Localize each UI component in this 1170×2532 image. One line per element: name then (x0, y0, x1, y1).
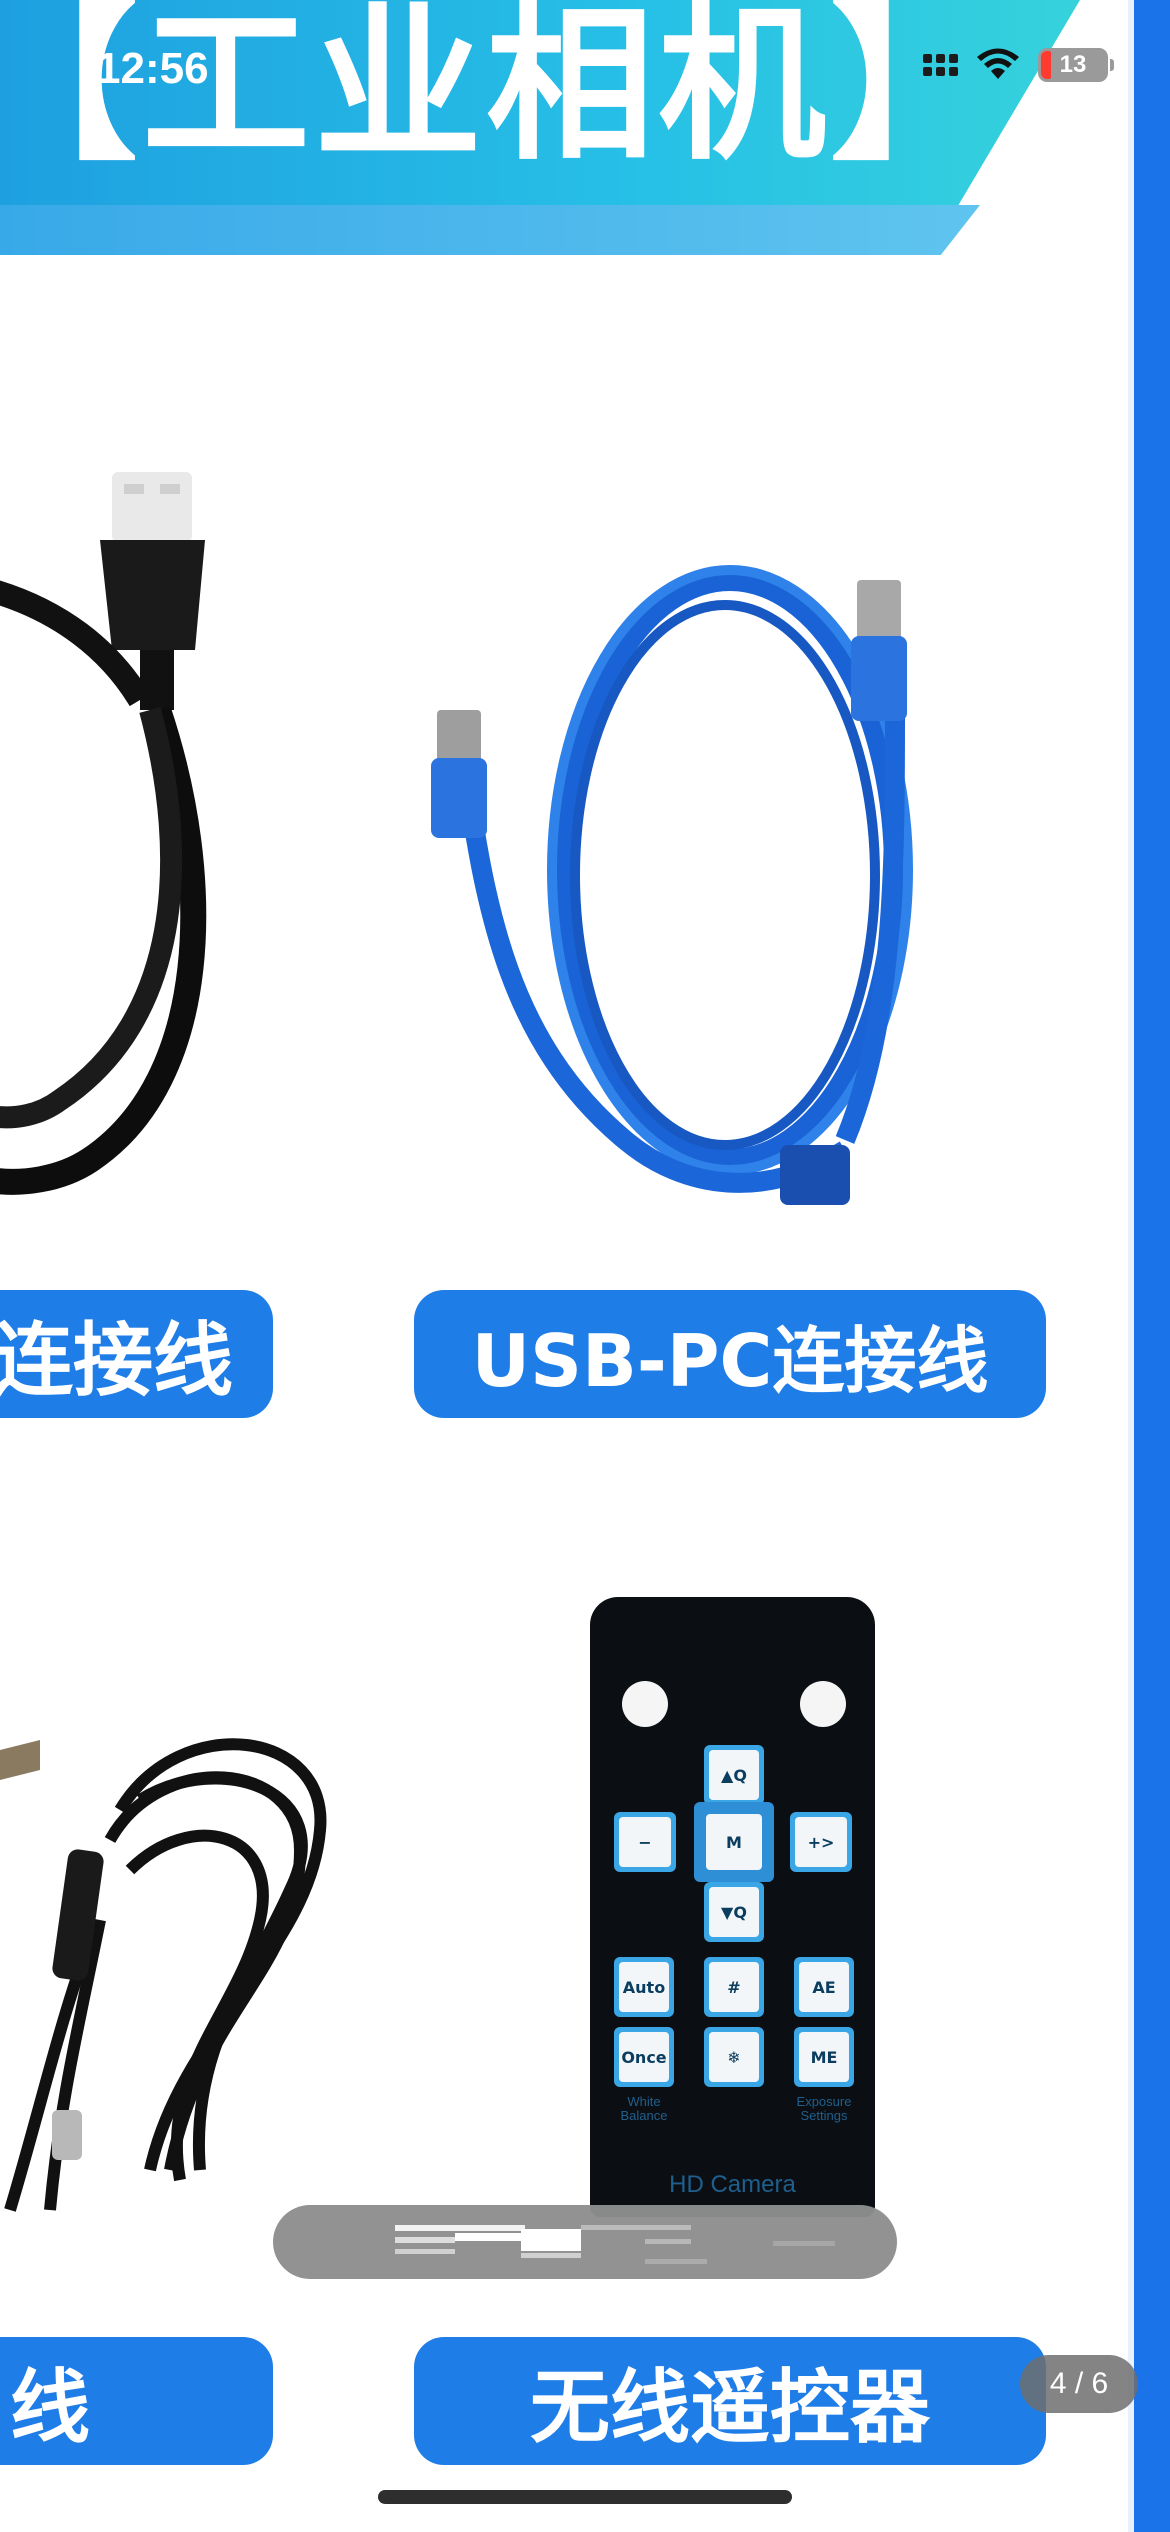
page-counter: 4 / 6 (1020, 2355, 1138, 2413)
plus-button: +> (790, 1812, 852, 1872)
zoom-in-button: ▲Q (704, 1745, 764, 1805)
once-button: Once (614, 2027, 674, 2087)
auto-button: Auto (614, 1957, 674, 2017)
me-button: ME (794, 2027, 854, 2087)
right-edge-border (1134, 0, 1170, 2532)
power-cable-image (0, 1738, 327, 2212)
hdmi-cable-image (0, 472, 207, 1195)
cable-label-left: 连接线 (0, 1290, 273, 1418)
remote-label: 无线遥控器 (414, 2337, 1046, 2465)
status-icons: 13 (923, 48, 1114, 82)
minus-button: − (614, 1812, 676, 1872)
freeze-button: ❄ (704, 2027, 764, 2087)
white-balance-caption: White Balance (620, 2094, 668, 2123)
status-time: 12:56 (96, 44, 209, 93)
thumbnail-strip[interactable] (273, 2205, 897, 2279)
home-indicator[interactable] (378, 2490, 792, 2504)
menu-button: M (694, 1802, 774, 1882)
video-icon (800, 1681, 846, 1727)
cellular-icon (923, 54, 958, 76)
power-cable-label: 线 (0, 2337, 273, 2465)
usb-cable-image (431, 565, 913, 1205)
camera-icon (622, 1681, 668, 1727)
battery-icon: 13 (1038, 48, 1114, 82)
banner-stripe (0, 205, 980, 255)
remote-control-image: ▲Q − M +> ▼Q Auto # AE Once ❄ ME White B… (590, 1597, 875, 2217)
usb-cable-label: USB-PC连接线 (414, 1290, 1046, 1418)
ae-button: AE (794, 1957, 854, 2017)
exposure-caption: Exposure Settings (796, 2094, 852, 2123)
battery-level: 13 (1059, 51, 1087, 78)
grid-button: # (704, 1957, 764, 2017)
remote-brand: HD Camera (669, 2171, 796, 2198)
zoom-out-button: ▼Q (704, 1882, 764, 1942)
wifi-icon (977, 48, 1019, 79)
